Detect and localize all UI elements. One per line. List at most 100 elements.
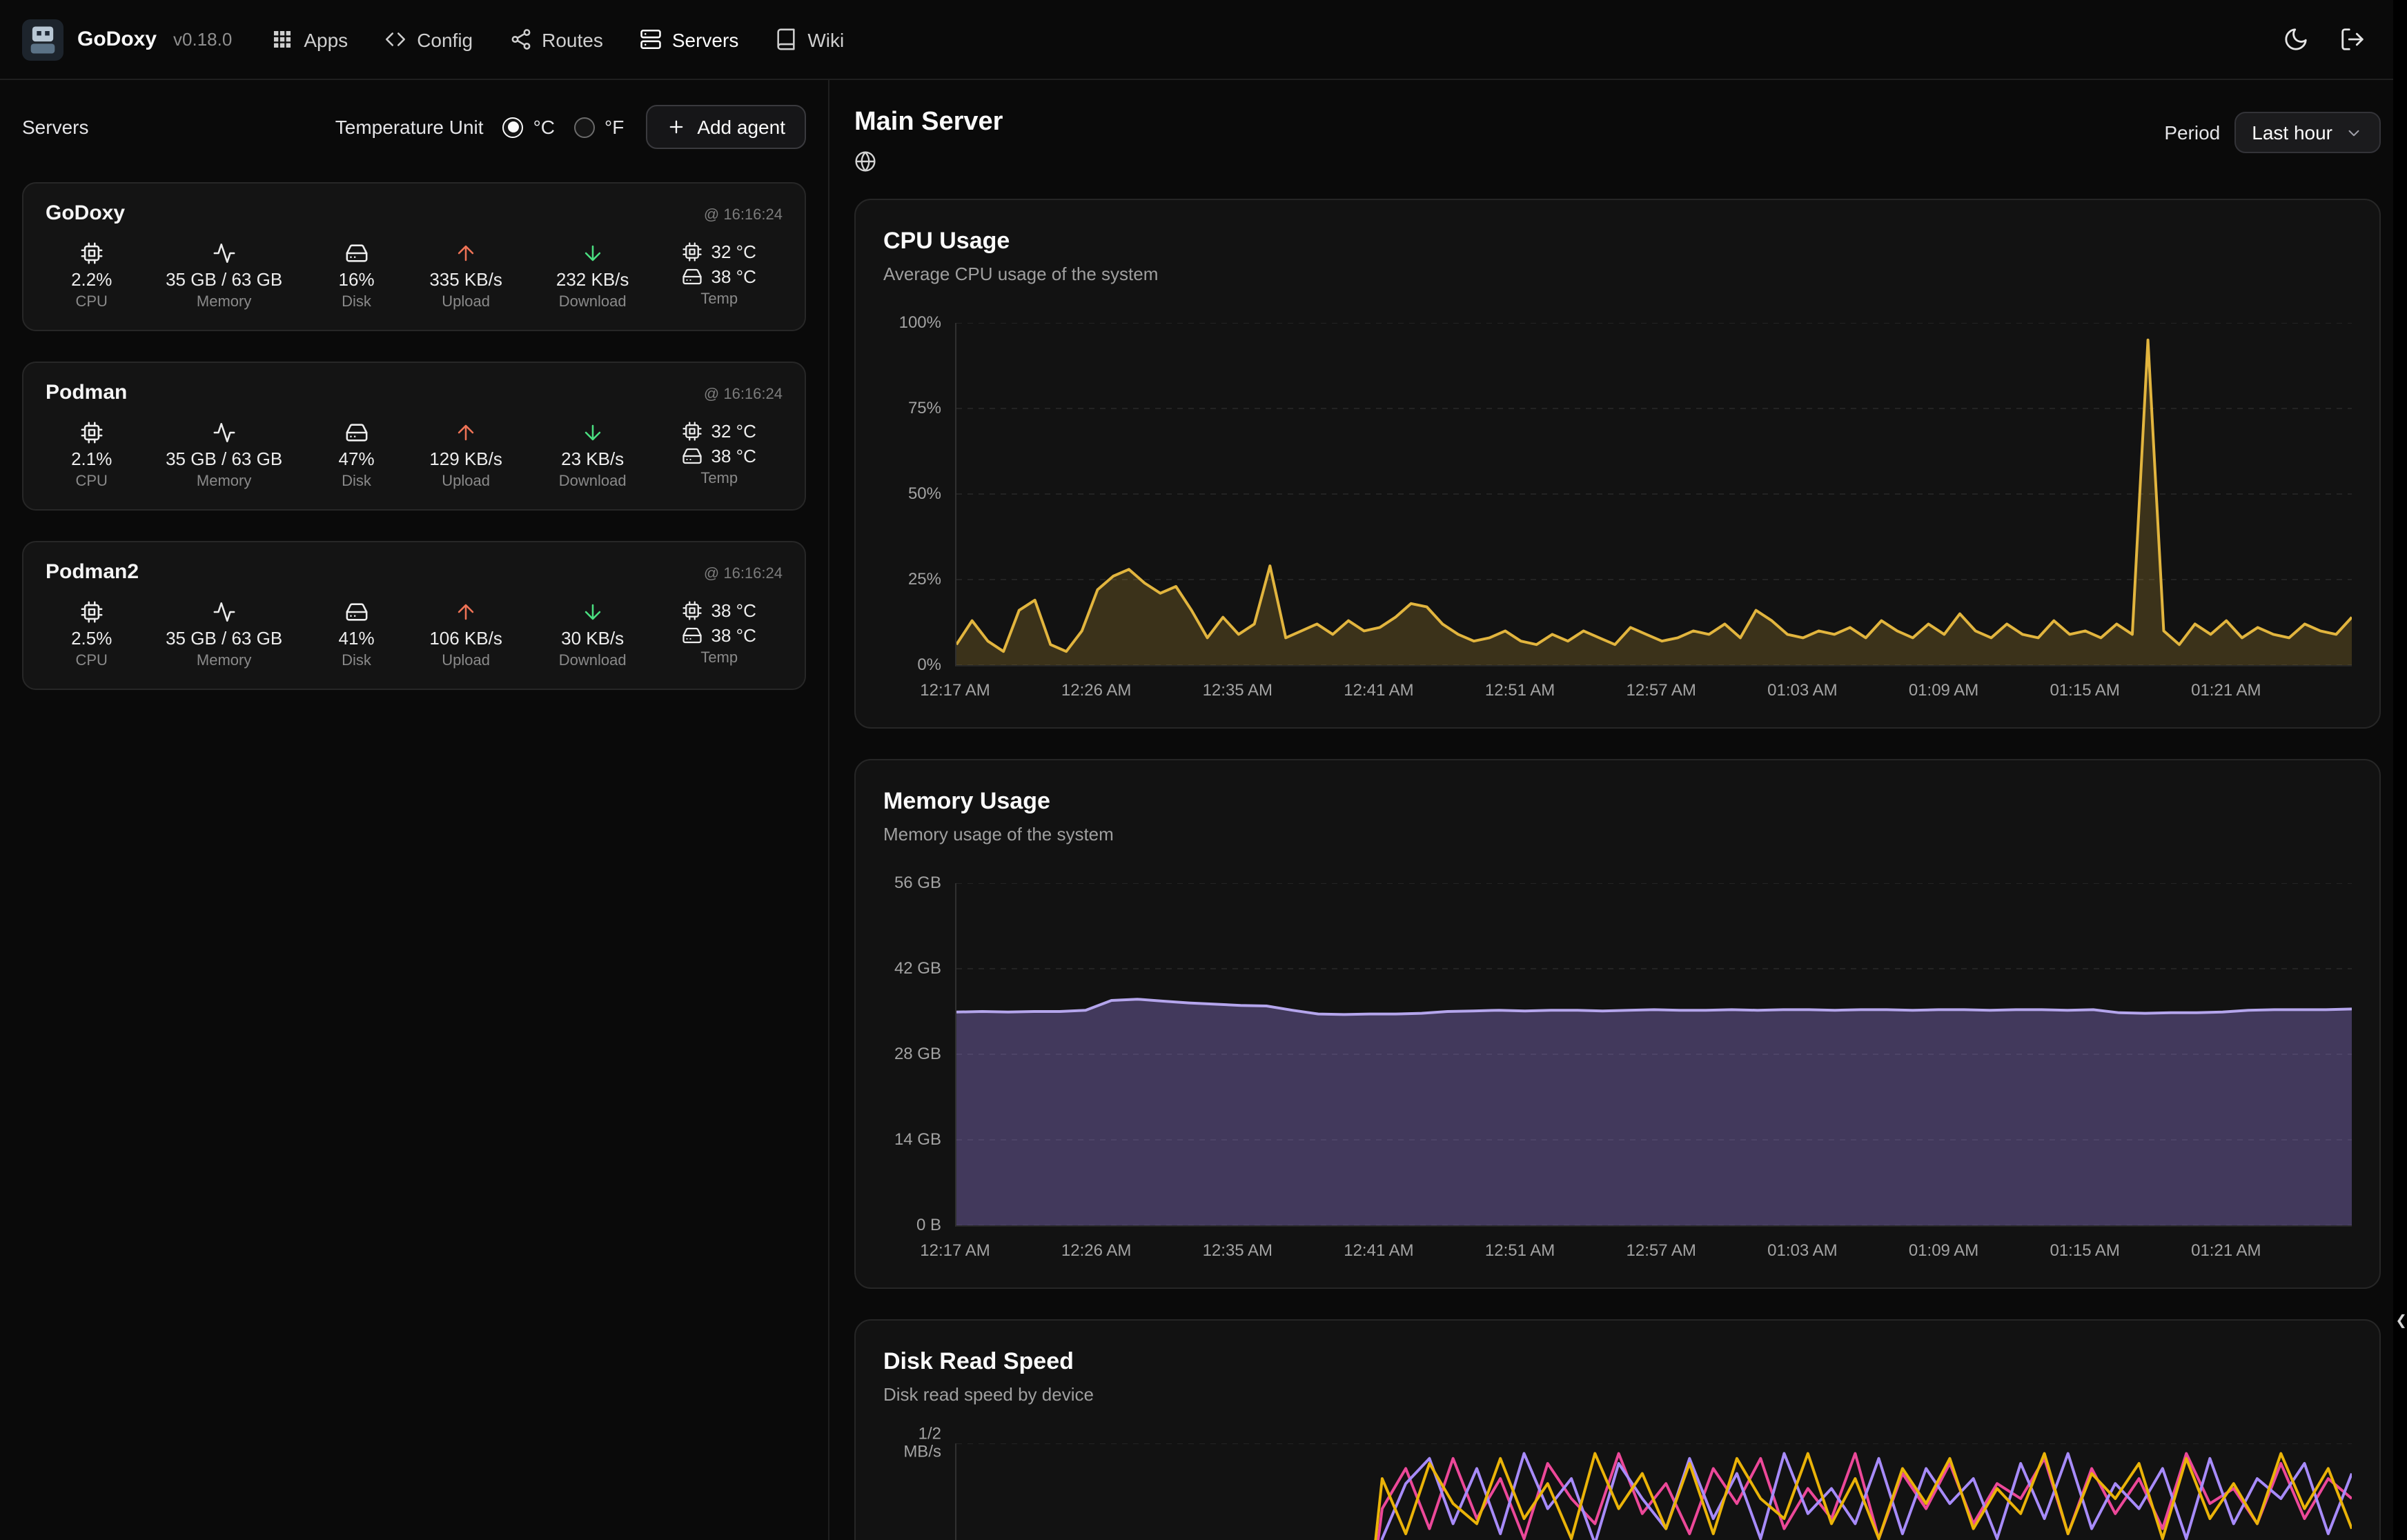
- cpu-temp-value: 32 °C: [711, 241, 756, 262]
- server-timestamp: @ 16:16:24: [704, 207, 783, 224]
- nav-item-wiki[interactable]: Wiki: [774, 28, 844, 51]
- cpu-label: CPU: [76, 473, 108, 490]
- godoxy-logo: [22, 19, 63, 60]
- globe-icon[interactable]: [854, 150, 876, 172]
- cpu-value: 2.5%: [71, 628, 112, 649]
- memory-plot-area[interactable]: [955, 883, 2352, 1227]
- y-axis-tick: 42 GB: [894, 960, 941, 978]
- disk-chart: 1/2 MB/s: [883, 1443, 2352, 1540]
- y-axis-tick: 100%: [899, 314, 941, 332]
- x-axis-tick: 12:35 AM: [1203, 1241, 1273, 1260]
- upload-label: Upload: [442, 473, 490, 490]
- x-axis-tick: 12:26 AM: [1061, 680, 1131, 700]
- x-axis-tick: 01:21 AM: [2191, 1241, 2261, 1260]
- unit-fahrenheit-radio[interactable]: °F: [574, 116, 624, 138]
- main-panel: Main Server Period Last hour: [829, 80, 2407, 1540]
- x-axis-tick: 12:17 AM: [920, 680, 990, 700]
- disk-read-chart-card: Disk Read Speed Disk read speed by devic…: [854, 1319, 2381, 1540]
- unit-celsius-radio[interactable]: °C: [503, 116, 555, 138]
- page-title: Main Server: [854, 108, 1003, 138]
- upload-value: 335 KB/s: [429, 269, 502, 290]
- cpu-chip-icon: [80, 241, 104, 265]
- arrow-down-icon: [581, 600, 605, 624]
- activity-icon: [213, 421, 236, 444]
- activity-icon: [213, 241, 236, 265]
- arrow-down-icon: [581, 421, 605, 444]
- memory-usage-chart-card: Memory Usage Memory usage of the system …: [854, 759, 2381, 1289]
- radio-circle: [503, 117, 524, 137]
- navbar-actions: [2283, 26, 2385, 52]
- cpu-usage-chart-card: CPU Usage Average CPU usage of the syste…: [854, 199, 2381, 729]
- cpu-temp-row: 32 °C: [682, 421, 756, 442]
- plus-icon: [667, 117, 686, 137]
- x-axis-tick: 01:03 AM: [1767, 1241, 1837, 1260]
- chart-subtitle: Average CPU usage of the system: [883, 264, 2352, 284]
- disk-temp-row: 38 °C: [682, 446, 756, 466]
- nav-item-label: Wiki: [807, 28, 844, 50]
- stat-memory: 35 GB / 63 GB Memory: [138, 421, 311, 490]
- arrow-up-icon: [454, 241, 478, 265]
- y-axis-tick: 28 GB: [894, 1045, 941, 1063]
- y-axis: 1/2 MB/s: [883, 1443, 955, 1540]
- chart-title: Disk Read Speed: [883, 1348, 2352, 1376]
- y-axis-tick: 50%: [908, 485, 941, 503]
- cpu-temp-row: 38 °C: [682, 600, 756, 621]
- nav-item-apps[interactable]: Apps: [271, 28, 348, 51]
- brand[interactable]: GoDoxy v0.18.0: [22, 19, 232, 60]
- chart-title: CPU Usage: [883, 228, 2352, 255]
- radio-circle: [574, 117, 595, 137]
- download-label: Download: [559, 473, 627, 490]
- server-card-header: GoDoxy @ 16:16:24: [46, 201, 783, 225]
- servers-panel-title: Servers: [22, 116, 88, 138]
- period-dropdown[interactable]: Last hour: [2234, 112, 2381, 153]
- cpu-temp-value: 38 °C: [711, 600, 756, 621]
- logout-icon[interactable]: [2339, 26, 2366, 52]
- download-value: 23 KB/s: [561, 448, 624, 469]
- server-card[interactable]: Podman @ 16:16:24 2.1% CPU 35 GB / 63 GB: [22, 362, 806, 511]
- nav-item-servers[interactable]: Servers: [639, 28, 738, 51]
- stat-disk: 41% Disk: [311, 600, 403, 669]
- collapse-chevron-icon[interactable]: ❮: [2395, 1315, 2407, 1329]
- stat-temp: 32 °C 38 °C Temp: [656, 421, 783, 490]
- server-card[interactable]: GoDoxy @ 16:16:24 2.2% CPU 35 GB / 63 GB: [22, 182, 806, 331]
- server-timestamp: @ 16:16:24: [704, 386, 783, 403]
- hard-drive-icon: [345, 241, 369, 265]
- memory-value: 35 GB / 63 GB: [166, 448, 282, 469]
- brand-version: v0.18.0: [173, 29, 232, 50]
- x-axis-tick: 01:15 AM: [2050, 680, 2119, 700]
- disk-temp-value: 38 °C: [711, 625, 756, 646]
- code-icon: [384, 28, 407, 51]
- server-card[interactable]: Podman2 @ 16:16:24 2.5% CPU 35 GB / 63 G…: [22, 541, 806, 690]
- upload-label: Upload: [442, 653, 490, 669]
- disk-plot-area[interactable]: [955, 1443, 2352, 1540]
- stat-cpu: 2.5% CPU: [46, 600, 138, 669]
- memory-label: Memory: [197, 473, 251, 490]
- upload-label: Upload: [442, 294, 490, 310]
- nav-item-config[interactable]: Config: [384, 28, 473, 51]
- theme-toggle-moon-icon[interactable]: [2283, 26, 2309, 52]
- nav-item-routes[interactable]: Routes: [509, 28, 603, 51]
- stat-disk: 47% Disk: [311, 421, 403, 490]
- cpu-chart: 100%75%50%25%0%: [883, 323, 2352, 667]
- y-axis-tick: 56 GB: [894, 874, 941, 892]
- add-agent-button[interactable]: Add agent: [646, 105, 806, 149]
- memory-value: 35 GB / 63 GB: [166, 269, 282, 290]
- disk-value: 16%: [339, 269, 375, 290]
- temp-label: Temp: [700, 291, 738, 308]
- cpu-plot-area[interactable]: [955, 323, 2352, 667]
- x-axis-tick: 01:09 AM: [1909, 1241, 1978, 1260]
- period-label: Period: [2164, 121, 2220, 144]
- x-axis-tick: 12:35 AM: [1203, 680, 1273, 700]
- y-axis-tick: 25%: [908, 571, 941, 589]
- download-value: 30 KB/s: [561, 628, 624, 649]
- hard-drive-icon: [345, 600, 369, 624]
- temp-label: Temp: [700, 471, 738, 487]
- main-header: Main Server Period Last hour: [854, 108, 2381, 179]
- servers-panel-header: Servers Temperature Unit °C °F: [22, 105, 806, 149]
- y-axis-tick: 75%: [908, 399, 941, 417]
- brand-name: GoDoxy: [77, 28, 157, 51]
- y-axis-tick: 0 B: [916, 1216, 941, 1234]
- hard-drive-icon: [682, 625, 703, 646]
- server-card-list: GoDoxy @ 16:16:24 2.2% CPU 35 GB / 63 GB: [22, 182, 806, 690]
- stat-memory: 35 GB / 63 GB Memory: [138, 241, 311, 310]
